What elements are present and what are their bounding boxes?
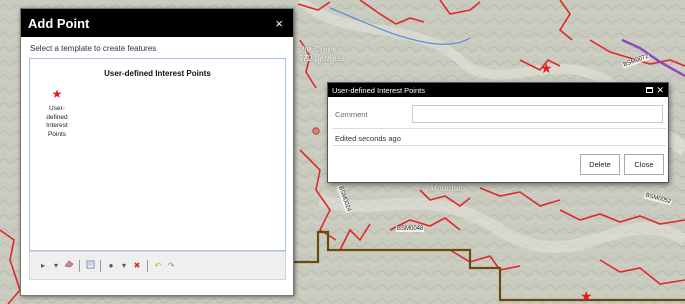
popup-title: User-defined Interest Points xyxy=(332,85,425,95)
panel-title: Add Point xyxy=(28,15,90,31)
map-label-mountain: Mountain xyxy=(430,184,466,193)
comment-label: Comment xyxy=(335,110,368,119)
map-label-wilderness: 972 derness xyxy=(298,54,346,63)
template-item-label: User- defined Interest Points xyxy=(46,105,68,138)
chevron-down-icon[interactable]: ▾ xyxy=(119,261,129,271)
attributes-icon[interactable] xyxy=(85,260,95,272)
close-icon[interactable]: × xyxy=(275,16,283,31)
delete-icon[interactable]: ✖ xyxy=(132,261,142,271)
template-hint: Select a template to create features xyxy=(30,44,157,53)
panel-header: Add Point × xyxy=(21,9,293,37)
divider xyxy=(332,145,666,146)
add-point-panel: Add Point × Select a template to create … xyxy=(20,8,294,296)
edit-toolbar: ▸ ▾ ● ▾ ✖ ↶ ↷ xyxy=(29,251,286,280)
comment-field[interactable] xyxy=(412,105,663,123)
delete-button[interactable]: Delete xyxy=(580,154,620,175)
map-star-icon[interactable]: ★ xyxy=(540,60,553,77)
close-icon[interactable]: ✕ xyxy=(656,85,664,95)
toolbar-divider xyxy=(147,259,148,272)
eraser-icon[interactable] xyxy=(64,260,74,271)
toolbar-divider xyxy=(100,259,101,272)
select-arrow-icon[interactable]: ▸ xyxy=(38,261,48,271)
template-picker: User-defined Interest Points ★ User- def… xyxy=(29,58,286,251)
map-star-icon[interactable]: ★ xyxy=(580,288,593,304)
template-group-title: User-defined Interest Points xyxy=(104,69,211,78)
point-icon[interactable]: ● xyxy=(106,261,116,271)
redo-icon[interactable]: ↷ xyxy=(166,261,176,271)
close-button[interactable]: Close xyxy=(624,154,664,175)
attribute-popup: User-defined Interest Points ✕ Comment E… xyxy=(327,82,669,183)
red-star-icon: ★ xyxy=(51,87,63,101)
divider xyxy=(332,128,666,129)
popup-controls: ✕ xyxy=(646,85,664,95)
chevron-down-icon[interactable]: ▾ xyxy=(51,261,61,271)
popup-header: User-defined Interest Points ✕ xyxy=(328,83,668,97)
template-item-interest-points[interactable]: ★ User- defined Interest Points xyxy=(40,87,74,139)
toolbar-divider xyxy=(79,259,80,272)
road-label: BSM0048 xyxy=(396,226,425,232)
map-label-creek: he Creek xyxy=(302,45,337,54)
undo-icon[interactable]: ↶ xyxy=(153,261,163,271)
maximize-icon[interactable] xyxy=(646,87,654,93)
edited-status: Edited seconds ago xyxy=(335,134,401,143)
